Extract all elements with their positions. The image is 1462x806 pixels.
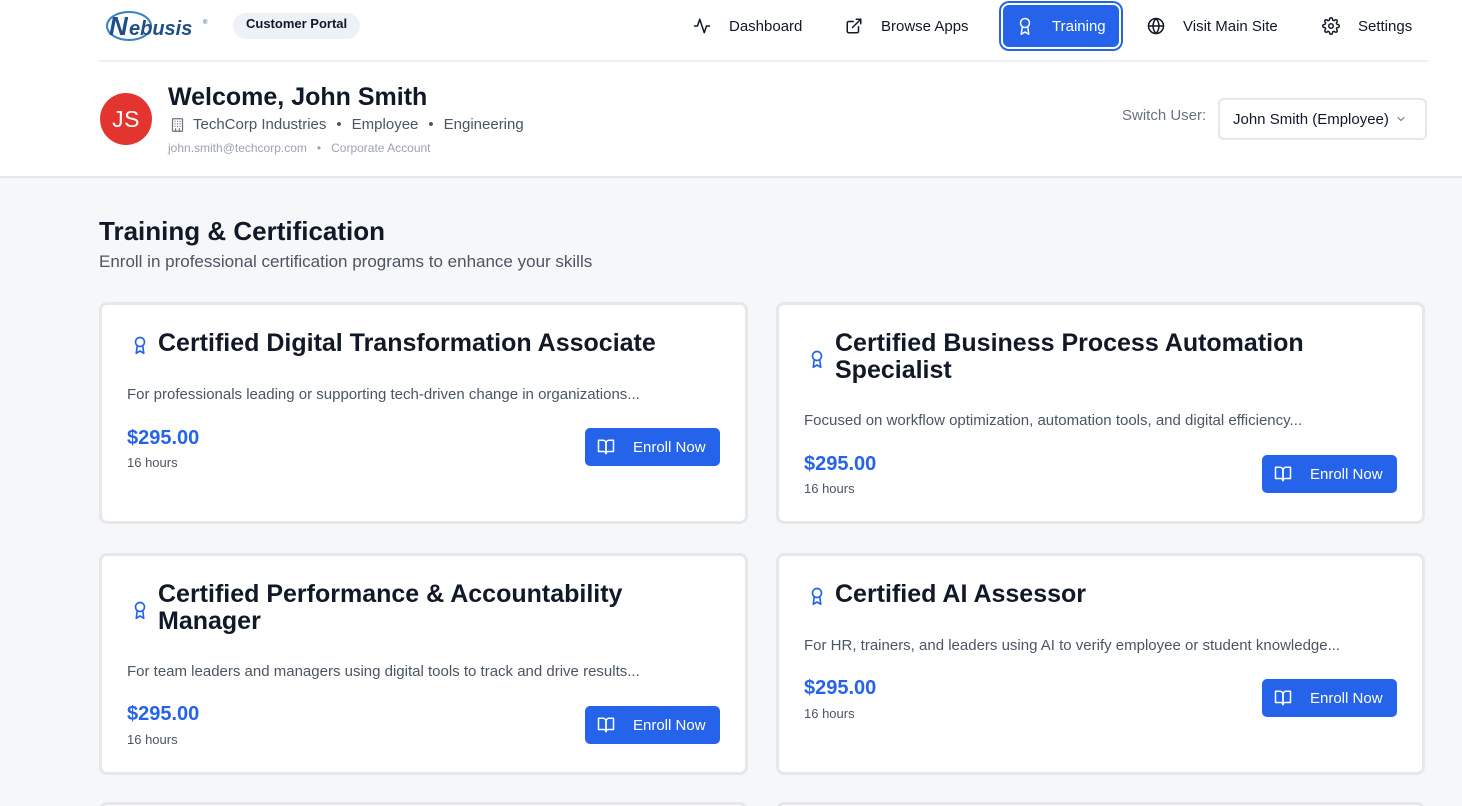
nav-dashboard[interactable]: Dashboard [680, 5, 815, 47]
course-hours: 16 hours [127, 455, 178, 470]
user-org-line: TechCorp Industries • Employee • Enginee… [170, 116, 524, 133]
course-title: Certified Digital Transformation Associa… [158, 329, 656, 357]
enroll-now-label: Enroll Now [1310, 689, 1383, 707]
enroll-now-button[interactable]: Enroll Now [585, 428, 720, 466]
page-title: Training & Certification [99, 216, 386, 246]
portal-badge: Customer Portal [233, 13, 361, 39]
course-price: $295.00 [804, 453, 877, 475]
separator-dot: • [428, 116, 434, 133]
book-open-icon [1274, 690, 1292, 706]
avatar: JS [100, 93, 152, 145]
svg-text:ebusis: ebusis [129, 18, 192, 40]
welcome-heading: Welcome, John Smith [168, 83, 428, 111]
switch-user-select[interactable]: John Smith (Employee) [1218, 98, 1427, 140]
activity-icon [693, 18, 711, 34]
user-email-line: john.smith@techcorp.com • Corporate Acco… [168, 141, 431, 155]
course-card: Certified Business Process Automation Sp… [776, 302, 1425, 524]
enroll-now-label: Enroll Now [1310, 465, 1383, 483]
course-card-partial [99, 802, 748, 806]
book-open-icon [1274, 466, 1292, 482]
company-name: TechCorp Industries [193, 116, 327, 133]
course-hours: 16 hours [804, 706, 855, 721]
nav-browse-apps-label: Browse Apps [881, 17, 969, 35]
course-price: $295.00 [804, 677, 877, 699]
separator-dot: • [336, 116, 342, 133]
book-open-icon [597, 439, 615, 455]
enroll-now-button[interactable]: Enroll Now [585, 706, 720, 744]
nav-browse-apps[interactable]: Browse Apps [832, 5, 982, 47]
award-icon [811, 587, 823, 606]
course-description: For team leaders and managers using digi… [127, 663, 640, 680]
switch-user-value: John Smith (Employee) [1233, 110, 1389, 128]
enroll-now-button[interactable]: Enroll Now [1262, 679, 1397, 717]
svg-text:®: ® [203, 19, 208, 26]
nebusis-logo[interactable]: N ebusis ® [103, 8, 213, 44]
gear-icon [1322, 17, 1340, 35]
user-email: john.smith@techcorp.com [168, 141, 307, 155]
course-hours: 16 hours [127, 732, 178, 747]
course-card: Certified Performance & Accountability M… [99, 553, 748, 775]
separator-dot: • [316, 141, 322, 155]
course-title: Certified Performance & Accountability M… [158, 580, 623, 635]
course-description: Focused on workflow optimization, automa… [804, 412, 1303, 429]
nav-training[interactable]: Training [1003, 5, 1119, 47]
nav-training-label: Training [1052, 17, 1106, 35]
nav-settings[interactable]: Settings [1309, 5, 1425, 47]
nav-settings-label: Settings [1358, 17, 1413, 35]
nav-visit-main-site-label: Visit Main Site [1183, 17, 1278, 35]
award-icon [134, 601, 146, 620]
account-type: Corporate Account [331, 141, 431, 155]
award-icon [134, 336, 146, 355]
user-role: Employee [351, 116, 419, 133]
course-card: Certified Digital Transformation Associa… [99, 302, 748, 524]
course-description: For professionals leading or supporting … [127, 386, 640, 403]
external-link-icon [846, 18, 862, 34]
enroll-now-button[interactable]: Enroll Now [1262, 455, 1397, 493]
award-icon [1019, 17, 1031, 35]
user-department: Engineering [443, 116, 524, 133]
course-card: Certified AI Assessor For HR, trainers, … [776, 553, 1425, 775]
page-subtitle: Enroll in professional certification pro… [99, 252, 593, 271]
enroll-now-label: Enroll Now [633, 438, 706, 456]
course-description: For HR, trainers, and leaders using AI t… [804, 637, 1341, 654]
course-price: $295.00 [127, 427, 200, 449]
nav-dashboard-label: Dashboard [729, 17, 803, 35]
book-open-icon [597, 717, 615, 733]
top-nav: N ebusis ® Customer Portal Dashboard Bro… [99, 0, 1428, 62]
globe-icon [1147, 17, 1165, 35]
course-hours: 16 hours [804, 481, 855, 496]
building-icon [171, 117, 184, 132]
enroll-now-label: Enroll Now [633, 716, 706, 734]
course-card-partial [776, 802, 1425, 806]
chevron-down-icon [1397, 117, 1405, 121]
nav-visit-main-site[interactable]: Visit Main Site [1134, 5, 1291, 47]
switch-user-label: Switch User: [1122, 107, 1207, 124]
award-icon [811, 350, 823, 369]
course-price: $295.00 [127, 703, 200, 725]
course-title: Certified AI Assessor [835, 580, 1087, 608]
course-title: Certified Business Process Automation Sp… [835, 329, 1304, 384]
header: N ebusis ® Customer Portal Dashboard Bro… [0, 0, 1462, 178]
svg-text:N: N [109, 11, 129, 41]
